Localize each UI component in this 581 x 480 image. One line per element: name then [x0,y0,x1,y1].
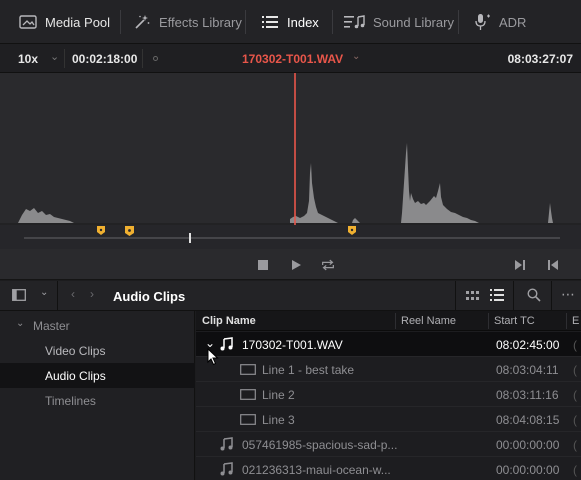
bin-audio-clips[interactable]: Audio Clips [0,363,195,388]
bin-master[interactable]: ⌄ Master [0,313,195,338]
tab-adr[interactable]: ADR [472,0,526,44]
audio-clip-icon [220,462,234,479]
media-pool-toolbar: ⌄ ‹ › Audio Clips ⋯ [0,281,581,311]
stop-icon[interactable] [255,257,271,273]
tab-effects-library[interactable]: Effects Library [132,0,242,44]
loop-icon[interactable] [320,257,336,273]
play-icon[interactable] [288,257,304,273]
tab-label: Index [287,14,319,30]
list-view-icon[interactable] [490,289,504,304]
panel-tab-bar: Media Pool Effects Library Index Sound L… [0,0,581,44]
column-header-start-tc[interactable]: Start TC [494,315,535,327]
clip-name: Line 2 [262,388,295,402]
table-row[interactable]: Line 2 08:03:11:16 ( [196,382,581,407]
audio-clip-icon [220,337,234,354]
start-tc: 08:03:11:16 [496,388,559,402]
table-row[interactable]: Line 1 - best take 08:03:04:11 ( [196,357,581,382]
truncated-column-cell: ( [573,438,577,452]
bin-label: Video Clips [45,344,106,358]
bin-list: ⌄ Master Video Clips Audio Clips Timelin… [0,311,195,480]
start-tc: 00:00:00:00 [496,438,560,452]
tab-sound-library[interactable]: Sound Library [344,0,454,44]
audio-waveform [18,143,553,223]
column-header-clip-name[interactable]: Clip Name [202,315,256,327]
tab-label: Effects Library [159,14,242,30]
tab-label: Media Pool [45,14,111,30]
next-marker-icon[interactable] [512,257,528,273]
search-icon[interactable] [527,288,541,305]
tab-index[interactable]: Index [260,0,319,44]
chevron-down-icon[interactable]: ⌄ [16,318,24,329]
more-options-icon[interactable]: ⋯ [561,286,575,303]
scrub-handle [189,233,191,243]
truncated-column-cell: ( [573,388,577,402]
audio-clip-icon [220,437,234,454]
truncated-column-cell: ( [573,363,577,377]
zoom-level[interactable]: 10x [18,52,38,66]
column-header-reel-name[interactable]: Reel Name [401,315,456,327]
start-tc: 00:00:00:00 [496,463,560,477]
tab-media-pool[interactable]: Media Pool [18,0,110,44]
table-row[interactable]: 021236313-maui-ocean-w... 00:00:00:00 ( [196,457,581,480]
clip-name: 021236313-maui-ocean-w... [242,463,391,477]
bin-label: Master [33,319,70,333]
subclip-icon [240,364,256,378]
subclip-icon [240,414,256,428]
microphone-icon [472,14,492,30]
viewer-timecode: 08:03:27:07 [507,52,573,66]
start-tc: 08:03:04:11 [496,363,559,377]
tab-label: Sound Library [373,14,454,30]
thumbnail-view-icon[interactable] [466,290,480,304]
start-tc: 08:04:08:15 [496,413,560,427]
clip-name: 170302-T001.WAV [242,338,343,352]
clip-name: 057461985-spacious-sad-p... [242,438,398,452]
chevron-down-icon[interactable]: ⌄ [352,51,360,62]
table-row[interactable]: Line 3 08:04:08:15 ( [196,407,581,432]
bin-list-toggle-icon[interactable] [12,289,26,304]
transport-controls [0,249,581,280]
clip-name: Line 3 [262,413,295,427]
back-arrow-icon[interactable]: ‹ [71,287,75,301]
clip-duration: 00:02:18:00 [72,52,138,66]
chevron-down-icon[interactable]: ⌄ [50,50,59,63]
mouse-cursor-icon [207,348,219,366]
media-pool-icon [18,14,38,30]
bin-timelines[interactable]: Timelines [0,388,195,413]
table-row[interactable]: 057461985-spacious-sad-p... 00:00:00:00 … [196,432,581,457]
index-list-icon [260,14,280,30]
go-to-end-icon[interactable] [545,257,561,273]
subclip-icon [240,389,256,403]
bin-video-clips[interactable]: Video Clips [0,338,195,363]
truncated-column-cell: ( [573,463,577,477]
forward-arrow-icon[interactable]: › [90,287,94,301]
status-dot-icon [153,56,158,61]
table-header: Clip Name Reel Name Start TC E [196,311,581,331]
bin-label: Timelines [45,394,96,408]
bin-label: Audio Clips [45,369,106,383]
truncated-column-cell: ( [573,413,577,427]
tab-label: ADR [499,14,527,30]
sound-library-icon [344,14,366,30]
current-bin-title: Audio Clips [113,289,186,304]
chevron-down-icon[interactable]: ⌄ [40,287,48,298]
start-tc: 08:02:45:00 [496,338,560,352]
table-row[interactable]: ⌄ 170302-T001.WAV 08:02:45:00 ( [196,332,581,357]
column-header-e[interactable]: E [572,315,579,327]
clip-table: Clip Name Reel Name Start TC E ⌄ 170302-… [196,311,581,480]
clip-name: Line 1 - best take [262,363,355,377]
effects-wand-icon [132,14,152,30]
truncated-column-cell: ( [573,338,577,352]
viewer-header: 10x ⌄ 00:02:18:00 170302-T001.WAV ⌄ 08:0… [0,44,581,73]
viewer-clip-name[interactable]: 170302-T001.WAV [242,52,343,66]
